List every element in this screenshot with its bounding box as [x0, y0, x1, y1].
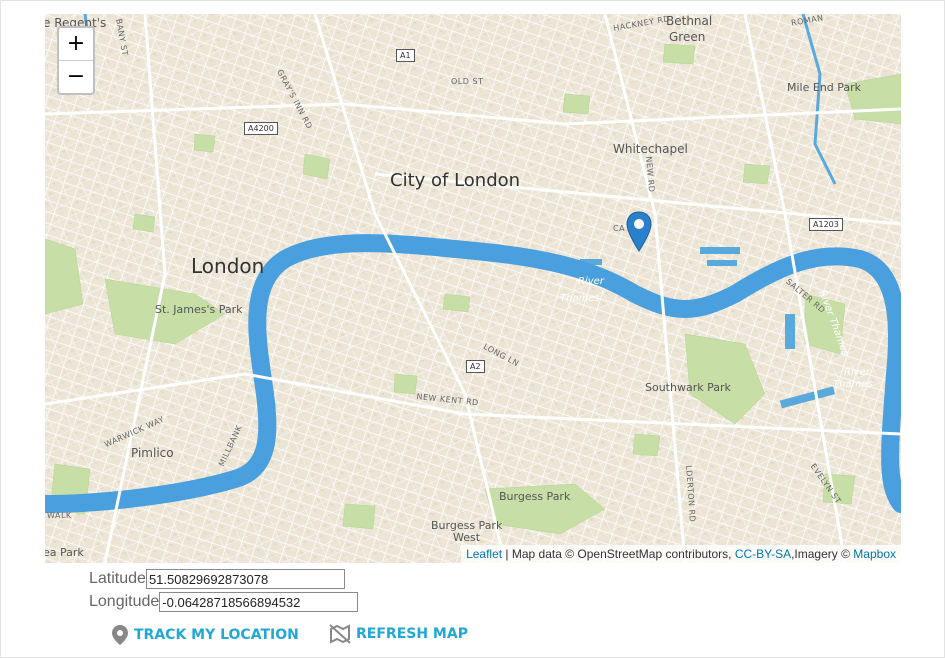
map-label-pimlico: Pimlico: [131, 446, 174, 460]
map-attribution: Leaflet | Map data © OpenStreetMap contr…: [461, 545, 901, 563]
map-label-southwark-park: Southwark Park: [645, 381, 731, 394]
map-tiles: [45, 14, 901, 563]
road-shield-a2: A2: [466, 360, 485, 373]
longitude-row: Longitude: [89, 592, 359, 612]
track-location-button[interactable]: TRACK MY LOCATION: [111, 624, 299, 646]
zoom-in-button[interactable]: +: [59, 28, 93, 60]
map-pin-icon[interactable]: [626, 211, 652, 253]
zoom-out-button[interactable]: −: [59, 60, 93, 93]
map-label-bethnal-green-2: Green: [669, 30, 706, 44]
map-view[interactable]: e Regent's London City of London Whitech…: [45, 14, 901, 563]
map-label-bethnal-green: Bethnal: [666, 14, 713, 28]
map-label-city-of-london: City of London: [390, 170, 521, 191]
latitude-row: Latitude: [89, 569, 345, 589]
attribution-text-1: | Map data © OpenStreetMap contributors,: [502, 547, 735, 561]
map-label-burgess-park: Burgess Park: [499, 490, 571, 503]
latitude-input[interactable]: [145, 569, 345, 589]
mapbox-link[interactable]: Mapbox: [853, 547, 896, 561]
leaflet-link[interactable]: Leaflet: [466, 547, 502, 561]
map-label-st-james-park: St. James's Park: [155, 303, 243, 316]
location-pin-icon: [112, 625, 128, 645]
map-label-river-thames: River: [578, 276, 604, 287]
latitude-label: Latitude: [89, 570, 146, 588]
map-label-mile-end-park: Mile End Park: [787, 81, 862, 94]
road-shield-a4200: A4200: [244, 122, 278, 135]
map-label-london: London: [191, 254, 265, 278]
map-label-ea-park: ea Park: [45, 546, 84, 559]
track-location-label: TRACK MY LOCATION: [134, 627, 299, 643]
attribution-text-2: ,Imagery ©: [791, 547, 854, 561]
map-label-river-thames-4: River: [844, 367, 870, 378]
refresh-map-button[interactable]: REFRESH MAP: [329, 624, 468, 644]
refresh-map-label: REFRESH MAP: [356, 626, 468, 642]
map-label-river-thames-5: Thames: [833, 379, 873, 390]
road-label-old-st: OLD ST: [451, 77, 484, 86]
longitude-label: Longitude: [89, 593, 160, 611]
longitude-input[interactable]: [159, 592, 359, 612]
road-label-walk: WALK: [47, 511, 72, 520]
map-label-burgess-park-west-2: West: [453, 531, 481, 544]
map-label-river-thames-2: Thames: [560, 293, 600, 304]
zoom-control: + −: [57, 26, 95, 95]
map-refresh-icon: [329, 624, 351, 644]
road-shield-a1: A1: [396, 49, 415, 62]
road-shield-a1203: A1203: [809, 218, 843, 231]
road-label-ca: CA: [613, 224, 626, 233]
map-label-whitechapel: Whitechapel: [613, 142, 688, 156]
license-link[interactable]: CC-BY-SA: [735, 547, 791, 561]
